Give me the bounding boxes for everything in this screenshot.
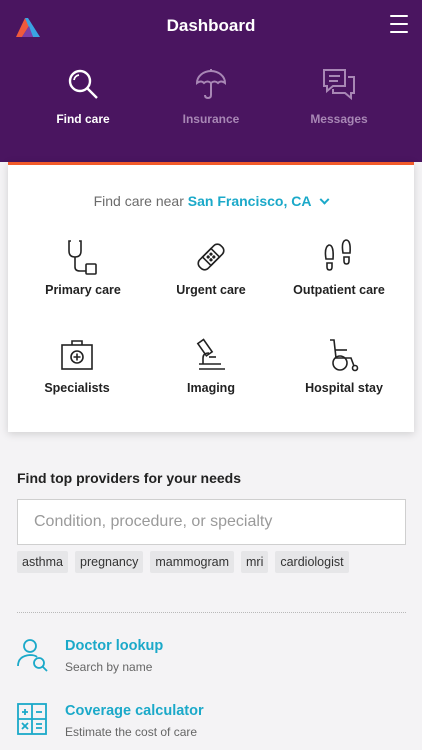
care-option-primary-care[interactable]: Primary care bbox=[18, 237, 148, 297]
tag-cardiologist[interactable]: cardiologist bbox=[275, 551, 349, 573]
tool-title: Doctor lookup bbox=[65, 638, 164, 654]
calculator-icon bbox=[17, 703, 47, 735]
tag-mri[interactable]: mri bbox=[241, 551, 269, 573]
hamburger-menu-icon[interactable] bbox=[390, 15, 408, 33]
doctor-lookup-link[interactable]: Doctor lookup Search by name bbox=[17, 638, 406, 684]
microscope-icon bbox=[146, 335, 276, 375]
doctor-search-icon bbox=[17, 639, 48, 672]
tab-label: Find care bbox=[56, 112, 110, 126]
care-option-specialists[interactable]: Specialists bbox=[12, 335, 142, 395]
tab-insurance[interactable]: Insurance bbox=[151, 66, 271, 126]
care-option-label: Hospital stay bbox=[305, 381, 383, 395]
provider-search-input[interactable] bbox=[17, 499, 406, 545]
location-selector[interactable]: Find care near San Francisco, CA bbox=[8, 193, 414, 209]
footprints-icon bbox=[274, 237, 404, 277]
coverage-calculator-link[interactable]: Coverage calculator Estimate the cost of… bbox=[17, 703, 406, 749]
care-option-label: Specialists bbox=[44, 381, 110, 395]
tag-mammogram[interactable]: mammogram bbox=[150, 551, 234, 573]
search-icon bbox=[23, 66, 143, 102]
tab-label: Messages bbox=[310, 112, 368, 126]
location-prefix: Find care near bbox=[93, 193, 184, 209]
main-tabs: Find care Insurance Messages bbox=[0, 66, 422, 126]
tag-pregnancy[interactable]: pregnancy bbox=[75, 551, 144, 573]
tab-label: Insurance bbox=[182, 112, 240, 126]
chevron-down-icon[interactable] bbox=[319, 194, 330, 205]
section-divider bbox=[17, 612, 406, 613]
care-option-outpatient-care[interactable]: Outpatient care bbox=[274, 237, 404, 297]
page-title: Dashboard bbox=[166, 16, 256, 35]
care-option-urgent-care[interactable]: Urgent care bbox=[146, 237, 276, 297]
messages-icon bbox=[279, 66, 399, 102]
care-option-label: Primary care bbox=[45, 283, 121, 297]
providers-heading: Find top providers for your needs bbox=[17, 470, 242, 486]
wheelchair-icon bbox=[279, 335, 409, 375]
care-option-hospital-stay[interactable]: Hospital stay bbox=[279, 335, 409, 395]
tab-messages[interactable]: Messages bbox=[279, 66, 399, 126]
find-care-card: Find care near San Francisco, CA Primary… bbox=[8, 162, 414, 432]
medical-kit-icon bbox=[12, 335, 142, 375]
care-option-imaging[interactable]: Imaging bbox=[146, 335, 276, 395]
bandage-icon bbox=[146, 237, 276, 277]
app-header: Dashboard Find care Insurance Messages bbox=[0, 0, 422, 162]
tab-find-care[interactable]: Find care bbox=[23, 66, 143, 126]
tool-subtitle: Estimate the cost of care bbox=[65, 725, 198, 739]
care-option-label: Imaging bbox=[187, 381, 235, 395]
stethoscope-icon bbox=[18, 237, 148, 277]
care-option-label: Outpatient care bbox=[293, 283, 385, 297]
umbrella-icon bbox=[151, 66, 271, 102]
suggestion-tags: asthma pregnancy mammogram mri cardiolog… bbox=[17, 551, 349, 573]
tool-subtitle: Search by name bbox=[65, 660, 153, 674]
tool-title: Coverage calculator bbox=[65, 703, 204, 719]
tag-asthma[interactable]: asthma bbox=[17, 551, 68, 573]
location-value[interactable]: San Francisco, CA bbox=[188, 193, 312, 209]
care-option-label: Urgent care bbox=[176, 283, 246, 297]
